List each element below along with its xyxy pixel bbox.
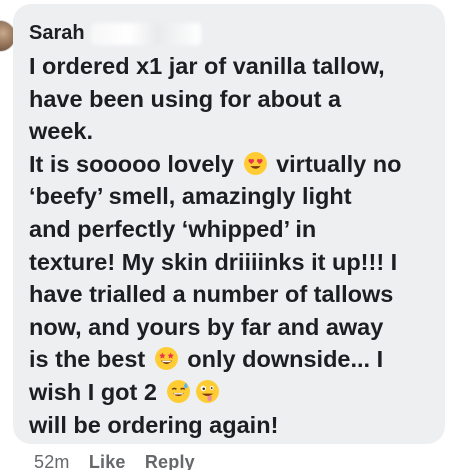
comment-text-segment: virtually no (276, 150, 402, 177)
sweat-smile-emoji (166, 379, 191, 404)
comment-text-segment: is the best (29, 346, 146, 373)
star-struck-emoji (154, 346, 179, 371)
comment-line: texture! My skin driiiinks it up!!! I (29, 248, 398, 275)
comment-line: now, and yours by far and away (29, 313, 384, 340)
heart-eyes-emoji (243, 151, 268, 176)
author-name[interactable]: Sarah (29, 22, 85, 45)
comment-text-segment: wish I got 2 (29, 378, 157, 405)
comment-line: have trialled a number of tallows (29, 281, 394, 308)
zany-face-emoji (195, 379, 220, 404)
comment-line: It is sooooo lovely virtually no (29, 148, 441, 181)
comment-actions: 52m Like Reply (34, 452, 209, 470)
comment-text-segment: It is sooooo lovely (29, 150, 235, 177)
comment-text-segment: only downside... I (187, 346, 384, 373)
comment-author[interactable]: Sarah (29, 22, 201, 45)
comment-line: is the best only downside... I (29, 343, 441, 376)
like-button[interactable]: Like (89, 452, 126, 470)
comment-line: will be ordering again! (29, 411, 279, 438)
comment-line: week. (29, 118, 94, 145)
comment-line: wish I got 2 (29, 376, 441, 409)
redacted-surname (90, 22, 201, 45)
comment-line: and perfectly ‘whipped’ in (29, 215, 317, 242)
comment-line: have been using for about a (29, 85, 342, 112)
comment-screenshot: Sarah I ordered x1 jar of vanilla tallow… (0, 0, 454, 470)
comment-bubble: Sarah I ordered x1 jar of vanilla tallow… (13, 4, 445, 444)
comment-text: I ordered x1 jar of vanilla tallow, have… (29, 50, 441, 441)
comment-line: ‘beefy’ smell, amazingly light (29, 183, 352, 210)
comment-timestamp[interactable]: 52m (34, 452, 70, 470)
reply-button[interactable]: Reply (145, 452, 195, 470)
comment-line: I ordered x1 jar of vanilla tallow, (29, 53, 385, 79)
